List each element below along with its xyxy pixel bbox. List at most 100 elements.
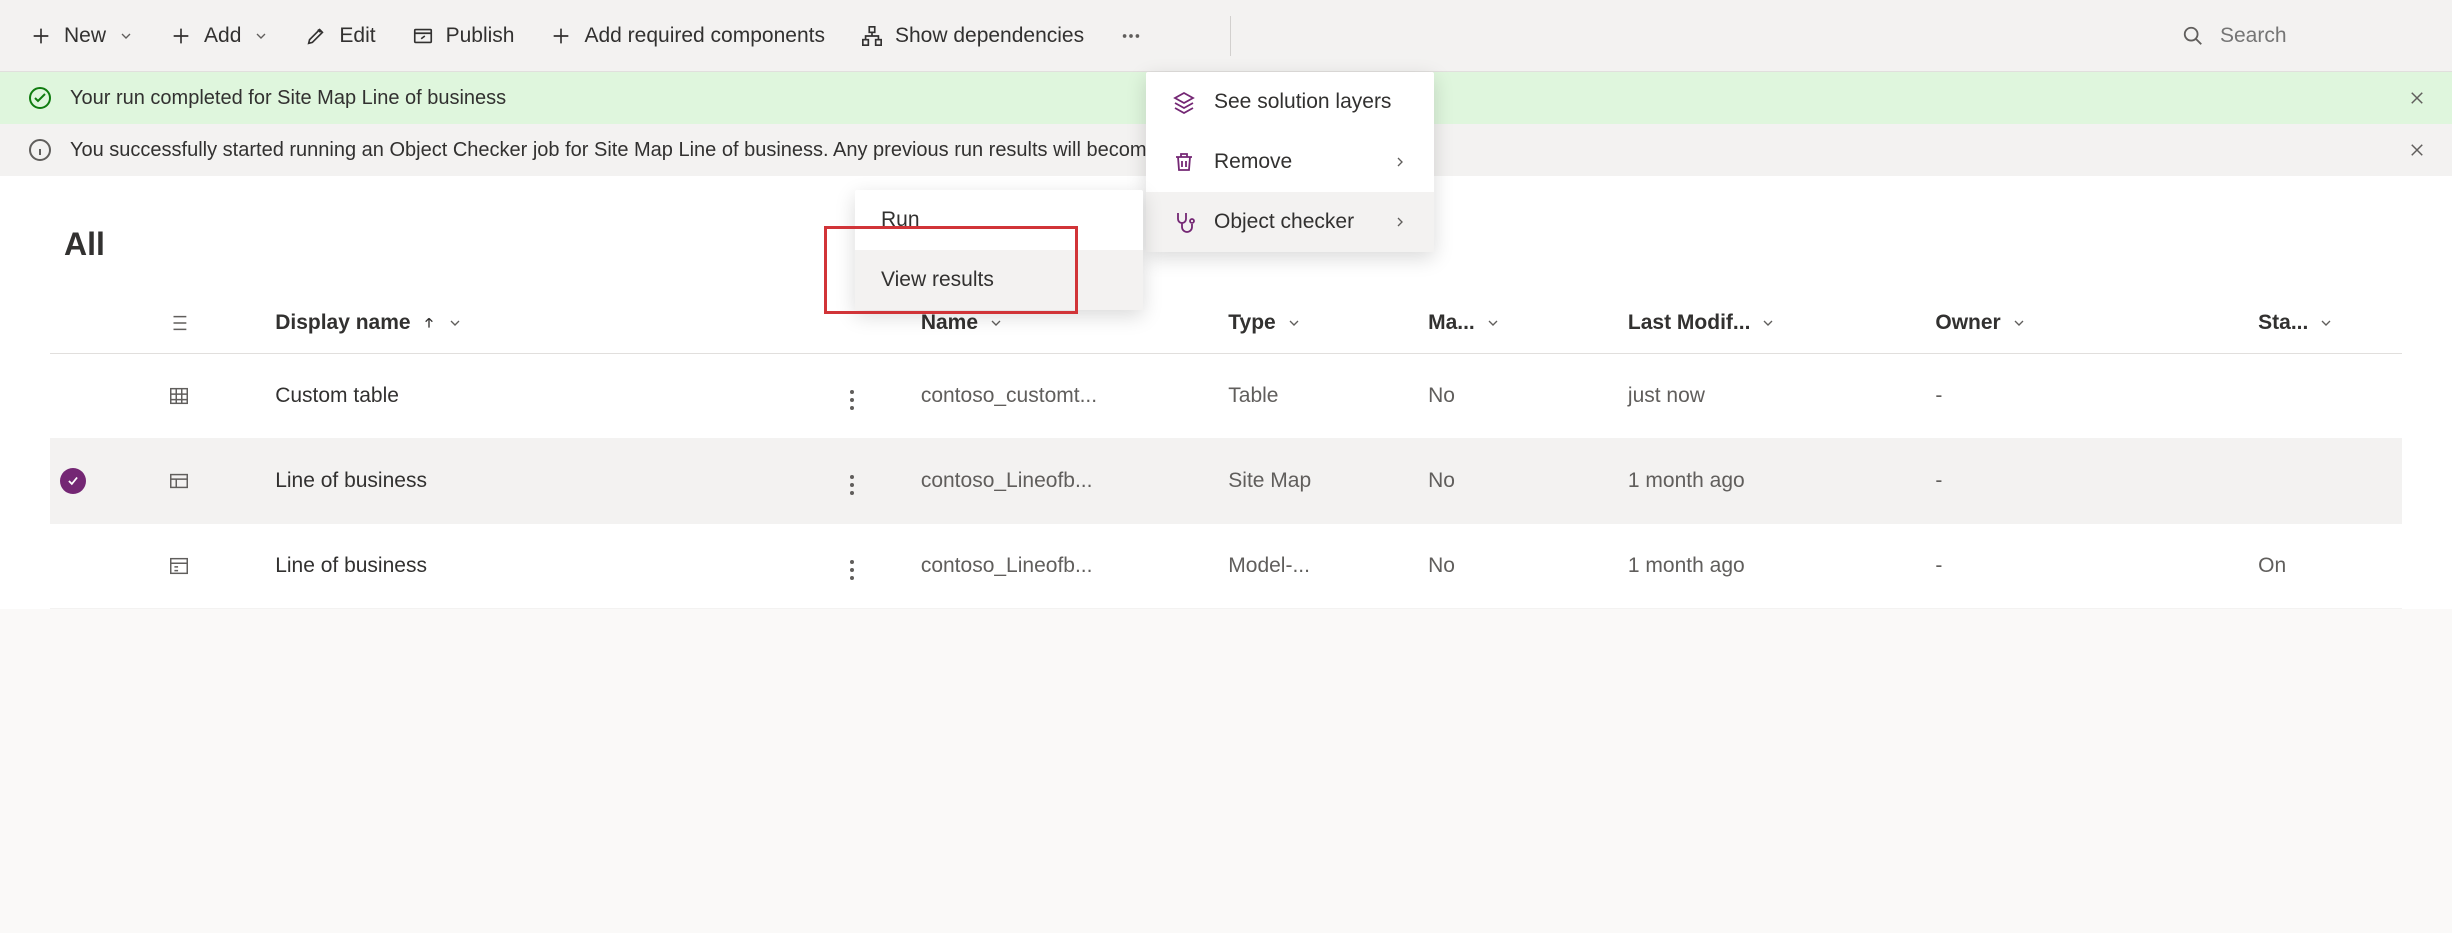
- chevron-down-icon: [1760, 315, 1776, 331]
- notification-info-text: You successfully started running an Obje…: [70, 139, 1215, 162]
- sort-asc-icon: [421, 315, 437, 331]
- submenu-run[interactable]: Run: [855, 190, 1143, 250]
- table-row[interactable]: Line of business contoso_Lineofb... Mode…: [50, 524, 2402, 609]
- chevron-down-icon: [2011, 315, 2027, 331]
- table-header-row: Display name Name Type Ma... Last Modif.…: [50, 293, 2402, 354]
- sitemap-icon: [168, 470, 190, 492]
- menu-item-label: Run: [881, 208, 920, 232]
- search-icon: [2182, 25, 2204, 47]
- row-actions-button[interactable]: [844, 384, 860, 416]
- cell-owner: -: [1925, 524, 2248, 609]
- chevron-down-icon: [1286, 315, 1302, 331]
- chevron-down-icon: [988, 315, 1004, 331]
- plus-icon: [550, 25, 572, 47]
- object-checker-submenu: Run View results: [855, 190, 1143, 310]
- chevron-right-icon: [1392, 214, 1408, 230]
- more-horizontal-icon: [1120, 25, 1142, 47]
- col-display-name[interactable]: Display name: [265, 293, 834, 354]
- show-dependencies-button[interactable]: Show dependencies: [843, 0, 1102, 71]
- cell-status: [2248, 354, 2402, 439]
- menu-item-label: View results: [881, 268, 994, 292]
- col-type[interactable]: Type: [1218, 293, 1418, 354]
- cell-modified: 1 month ago: [1618, 439, 1925, 524]
- stethoscope-icon: [1172, 210, 1196, 234]
- objects-table: Display name Name Type Ma... Last Modif.…: [50, 293, 2402, 609]
- cell-managed: No: [1418, 354, 1618, 439]
- new-label: New: [64, 24, 106, 48]
- cell-owner: -: [1925, 354, 2248, 439]
- new-button[interactable]: New: [12, 0, 152, 71]
- notification-success-text: Your run completed for Site Map Line of …: [70, 87, 506, 110]
- table-row[interactable]: Line of business contoso_Lineofb... Site…: [50, 439, 2402, 524]
- cell-name: contoso_customt...: [911, 354, 1218, 439]
- close-notification-button[interactable]: [2402, 135, 2432, 165]
- add-label: Add: [204, 24, 241, 48]
- table-icon: [168, 385, 190, 407]
- trash-icon: [1172, 150, 1196, 174]
- row-actions-button[interactable]: [844, 469, 860, 501]
- chevron-down-icon: [118, 28, 134, 44]
- command-bar: New Add Edit Publish Add required compon…: [0, 0, 2452, 72]
- col-owner[interactable]: Owner: [1925, 293, 2248, 354]
- search-box[interactable]: [2162, 0, 2440, 71]
- menu-object-checker[interactable]: Object checker: [1146, 192, 1434, 252]
- chevron-down-icon: [2318, 315, 2334, 331]
- column-list-icon: [168, 312, 190, 334]
- cell-modified: just now: [1618, 354, 1925, 439]
- row-selected-check-icon[interactable]: [60, 468, 86, 494]
- menu-item-label: Object checker: [1214, 210, 1354, 234]
- cell-status: [2248, 439, 2402, 524]
- menu-remove[interactable]: Remove: [1146, 132, 1434, 192]
- plus-icon: [30, 25, 52, 47]
- close-notification-button[interactable]: [2402, 83, 2432, 113]
- edit-button[interactable]: Edit: [287, 0, 393, 71]
- cell-display-name: Line of business: [265, 524, 834, 609]
- app-icon: [168, 555, 190, 577]
- cell-type: Site Map: [1218, 439, 1418, 524]
- chevron-down-icon: [447, 315, 463, 331]
- info-circle-icon: [28, 138, 52, 162]
- layers-icon: [1172, 90, 1196, 114]
- hierarchy-icon: [861, 25, 883, 47]
- cell-type: Model-...: [1218, 524, 1418, 609]
- chevron-right-icon: [1392, 154, 1408, 170]
- chevron-down-icon: [253, 28, 269, 44]
- cell-name: contoso_Lineofb...: [911, 439, 1218, 524]
- show-deps-label: Show dependencies: [895, 24, 1084, 48]
- col-status[interactable]: Sta...: [2248, 293, 2402, 354]
- menu-see-layers[interactable]: See solution layers: [1146, 72, 1434, 132]
- col-managed[interactable]: Ma...: [1418, 293, 1618, 354]
- column-chooser[interactable]: [158, 293, 266, 354]
- edit-label: Edit: [339, 24, 375, 48]
- overflow-menu: See solution layers Remove Object checke…: [1146, 72, 1434, 252]
- pencil-icon: [305, 25, 327, 47]
- table-row[interactable]: Custom table contoso_customt... Table No…: [50, 354, 2402, 439]
- overflow-button[interactable]: [1102, 0, 1160, 71]
- menu-item-label: Remove: [1214, 150, 1292, 174]
- cell-managed: No: [1418, 439, 1618, 524]
- cell-display-name: Custom table: [265, 354, 834, 439]
- publish-label: Publish: [446, 24, 515, 48]
- check-circle-icon: [28, 86, 52, 110]
- cell-display-name: Line of business: [265, 439, 834, 524]
- close-icon: [2408, 89, 2426, 107]
- cell-type: Table: [1218, 354, 1418, 439]
- menu-item-label: See solution layers: [1214, 90, 1391, 114]
- publish-button[interactable]: Publish: [394, 0, 533, 71]
- cell-managed: No: [1418, 524, 1618, 609]
- plus-icon: [170, 25, 192, 47]
- cell-status: On: [2248, 524, 2402, 609]
- close-icon: [2408, 141, 2426, 159]
- chevron-down-icon: [1485, 315, 1501, 331]
- cell-owner: -: [1925, 439, 2248, 524]
- add-required-button[interactable]: Add required components: [532, 0, 843, 71]
- search-input[interactable]: [2220, 24, 2420, 48]
- cell-name: contoso_Lineofb...: [911, 524, 1218, 609]
- add-required-label: Add required components: [584, 24, 825, 48]
- submenu-view-results[interactable]: View results: [855, 250, 1143, 310]
- col-modified[interactable]: Last Modif...: [1618, 293, 1925, 354]
- row-actions-button[interactable]: [844, 554, 860, 586]
- add-button[interactable]: Add: [152, 0, 287, 71]
- toolbar-separator: [1230, 16, 1231, 56]
- publish-icon: [412, 25, 434, 47]
